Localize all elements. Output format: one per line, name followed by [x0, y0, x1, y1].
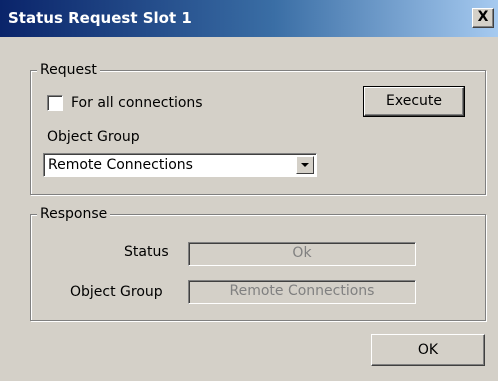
for-all-connections-label[interactable]: For all connections	[71, 94, 203, 112]
request-legend: Request	[37, 62, 100, 78]
close-icon: X	[477, 9, 489, 25]
ok-button[interactable]: OK	[371, 334, 485, 366]
title-bar[interactable]: Status Request Slot 1 X	[0, 0, 498, 37]
status-field: Ok	[188, 242, 416, 266]
status-value: Ok	[292, 245, 312, 261]
chevron-down-icon[interactable]	[296, 156, 314, 174]
response-legend: Response	[37, 206, 111, 222]
execute-button-label: Execute	[386, 93, 442, 109]
execute-button[interactable]: Execute	[363, 86, 465, 117]
close-button[interactable]: X	[472, 8, 494, 28]
response-groupbox: Response	[30, 206, 486, 321]
status-label: Status	[124, 244, 169, 260]
for-all-connections-checkbox[interactable]	[47, 95, 63, 111]
response-object-group-value: Remote Connections	[229, 283, 375, 299]
response-object-group-label: Object Group	[70, 284, 163, 300]
ok-button-label: OK	[417, 342, 439, 358]
response-object-group-field: Remote Connections	[188, 280, 416, 304]
request-object-group-label: Object Group	[47, 129, 140, 145]
status-request-dialog: Status Request Slot 1 X Request For all …	[0, 0, 498, 381]
object-group-select[interactable]: Remote Connections	[43, 153, 317, 177]
window-title: Status Request Slot 1	[8, 9, 192, 27]
object-group-select-value: Remote Connections	[48, 157, 193, 173]
